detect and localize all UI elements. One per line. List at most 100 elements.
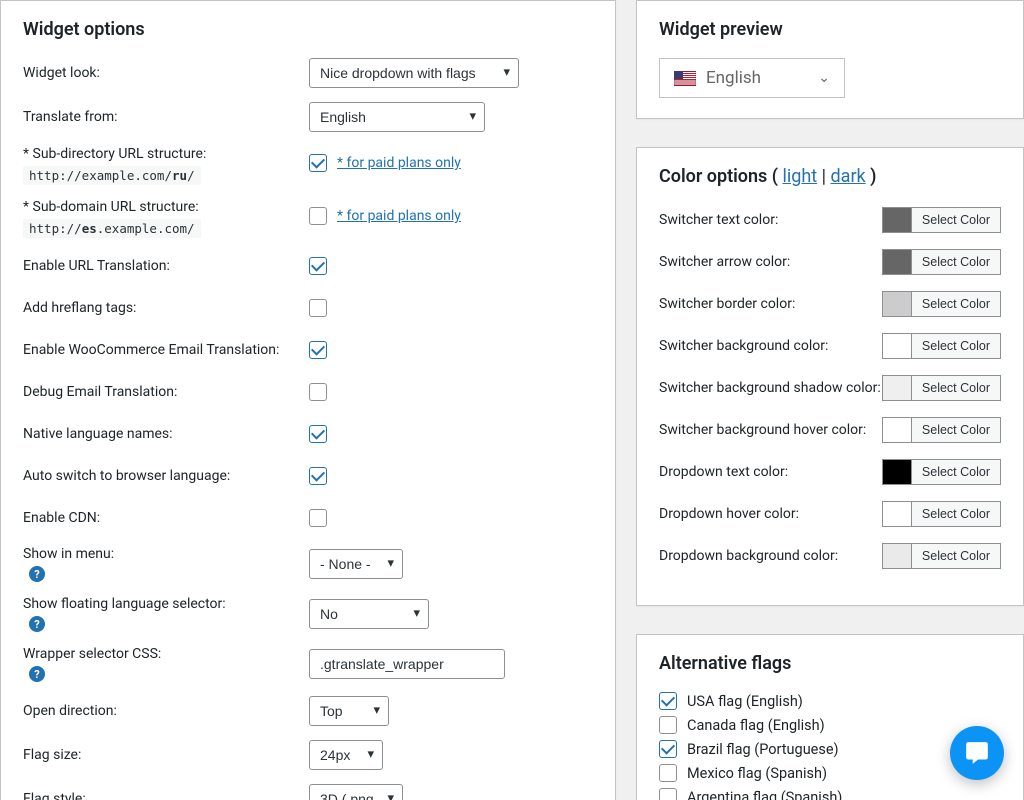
chat-icon — [964, 740, 990, 766]
row-show-in-menu: Show in menu:? - None - — [23, 546, 593, 582]
row-flag-size: Flag size: 24px — [23, 740, 593, 770]
alt-flag-label: Mexico flag (Spanish) — [687, 765, 827, 782]
translate-from-select-wrap: English — [309, 102, 485, 132]
debug-email-checkbox[interactable] — [309, 383, 327, 401]
help-icon[interactable]: ? — [29, 616, 45, 632]
color-swatch[interactable] — [882, 333, 912, 359]
flag-style-select[interactable]: 3D (.png) — [309, 784, 403, 800]
subdomain-checkbox[interactable] — [309, 207, 327, 225]
widget-options-title: Widget options — [23, 19, 593, 40]
enable-woo-checkbox[interactable] — [309, 341, 327, 359]
select-color-button[interactable]: Select Color — [912, 291, 1001, 317]
color-row: Switcher text color: Select Color — [659, 205, 1001, 235]
color-swatch[interactable] — [882, 291, 912, 317]
color-row: Switcher background shadow color:Select … — [659, 373, 1001, 403]
show-in-menu-label: Show in menu: — [23, 546, 309, 562]
widget-look-select[interactable]: Nice dropdown with flags — [309, 58, 519, 88]
row-wrapper-css: Wrapper selector CSS:? — [23, 646, 593, 682]
select-color-button[interactable]: Select Color — [912, 207, 1001, 233]
color-row: Dropdown background color: Select Color — [659, 541, 1001, 571]
add-hreflang-checkbox[interactable] — [309, 299, 327, 317]
native-names-checkbox[interactable] — [309, 425, 327, 443]
subdomain-label: * Sub-domain URL structure: — [23, 199, 309, 215]
alt-flag-label: USA flag (English) — [687, 693, 803, 710]
chevron-down-icon: ⌄ — [818, 70, 830, 86]
alt-flag-checkbox[interactable] — [659, 740, 677, 758]
select-color-button[interactable]: Select Color — [912, 333, 1001, 359]
alternative-flags-title: Alternative flags — [659, 653, 1001, 674]
alt-flag-checkbox[interactable] — [659, 716, 677, 734]
color-row-label: Dropdown background color: — [659, 548, 882, 564]
usa-flag-icon — [674, 71, 696, 86]
wrapper-css-input[interactable] — [309, 649, 505, 679]
chat-fab-button[interactable] — [950, 726, 1004, 780]
alt-flag-checkbox[interactable] — [659, 764, 677, 782]
alt-flag-checkbox[interactable] — [659, 788, 677, 800]
translate-from-label: Translate from: — [23, 109, 309, 125]
color-preset-light-link[interactable]: light — [783, 166, 818, 187]
preview-language-switcher[interactable]: English ⌄ — [659, 58, 845, 98]
enable-cdn-checkbox[interactable] — [309, 509, 327, 527]
alt-flag-item: Canada flag (English) — [659, 716, 1001, 734]
enable-url-translation-checkbox[interactable] — [309, 257, 327, 275]
color-row: Switcher arrow color:Select Color — [659, 247, 1001, 277]
alt-flag-item: Mexico flag (Spanish) — [659, 764, 1001, 782]
color-swatch[interactable] — [882, 375, 912, 401]
select-color-button[interactable]: Select Color — [912, 375, 1001, 401]
show-floating-select[interactable]: No — [309, 599, 429, 629]
color-row-label: Switcher border color: — [659, 296, 882, 312]
color-swatch[interactable] — [882, 207, 912, 233]
show-in-menu-select[interactable]: - None - — [309, 549, 403, 579]
widget-look-select-wrap: Nice dropdown with flags — [309, 58, 519, 88]
color-row-label: Switcher background color: — [659, 338, 882, 354]
alt-flag-label: Argentina flag (Spanish) — [687, 789, 842, 800]
color-row-label: Switcher background hover color: — [659, 422, 882, 438]
alt-flag-checkbox[interactable] — [659, 692, 677, 710]
select-color-button[interactable]: Select Color — [912, 501, 1001, 527]
color-row: Switcher background color: Select Color — [659, 331, 1001, 361]
select-color-button[interactable]: Select Color — [912, 459, 1001, 485]
row-flag-style: Flag style: 3D (.png) — [23, 784, 593, 800]
auto-switch-checkbox[interactable] — [309, 467, 327, 485]
color-row-label: Dropdown text color: — [659, 464, 882, 480]
row-auto-switch: Auto switch to browser language: — [23, 462, 593, 490]
widget-preview-title: Widget preview — [659, 19, 1001, 40]
color-swatch[interactable] — [882, 459, 912, 485]
color-row: Dropdown hover color:Select Color — [659, 499, 1001, 529]
flag-size-label: Flag size: — [23, 747, 309, 763]
color-preset-dark-link[interactable]: dark — [831, 166, 866, 187]
select-color-button[interactable]: Select Color — [912, 249, 1001, 275]
color-swatch[interactable] — [882, 543, 912, 569]
debug-email-label: Debug Email Translation: — [23, 384, 309, 400]
help-icon[interactable]: ? — [29, 566, 45, 582]
row-enable-url-translation: Enable URL Translation: — [23, 252, 593, 280]
show-floating-label: Show floating language selector: — [23, 596, 309, 612]
color-swatch[interactable] — [882, 417, 912, 443]
help-icon[interactable]: ? — [29, 666, 45, 682]
widget-look-label: Widget look: — [23, 65, 309, 81]
select-color-button[interactable]: Select Color — [912, 417, 1001, 443]
native-names-label: Native language names: — [23, 426, 309, 442]
auto-switch-label: Auto switch to browser language: — [23, 468, 309, 484]
subdomain-paid-link[interactable]: * for paid plans only — [337, 208, 461, 224]
color-options-panel: Color options ( light | dark ) Switcher … — [636, 147, 1024, 606]
color-row-label: Switcher text color: — [659, 212, 882, 228]
subdirectory-checkbox[interactable] — [309, 154, 327, 172]
color-swatch[interactable] — [882, 249, 912, 275]
row-open-direction: Open direction: Top — [23, 696, 593, 726]
enable-url-translation-label: Enable URL Translation: — [23, 258, 309, 274]
enable-cdn-label: Enable CDN: — [23, 510, 309, 526]
select-color-button[interactable]: Select Color — [912, 543, 1001, 569]
flag-size-select[interactable]: 24px — [309, 740, 383, 770]
translate-from-select[interactable]: English — [309, 102, 485, 132]
color-row: Switcher background hover color: Select C… — [659, 415, 1001, 445]
alt-flag-item: Argentina flag (Spanish) — [659, 788, 1001, 800]
subdirectory-paid-link[interactable]: * for paid plans only — [337, 155, 461, 171]
row-enable-woo: Enable WooCommerce Email Translation: — [23, 336, 593, 364]
open-direction-label: Open direction: — [23, 703, 309, 719]
color-swatch[interactable] — [882, 501, 912, 527]
alt-flag-label: Brazil flag (Portuguese) — [687, 741, 839, 758]
subdomain-hint: http://es.example.com/ — [23, 219, 201, 238]
row-enable-cdn: Enable CDN: — [23, 504, 593, 532]
open-direction-select[interactable]: Top — [309, 696, 389, 726]
